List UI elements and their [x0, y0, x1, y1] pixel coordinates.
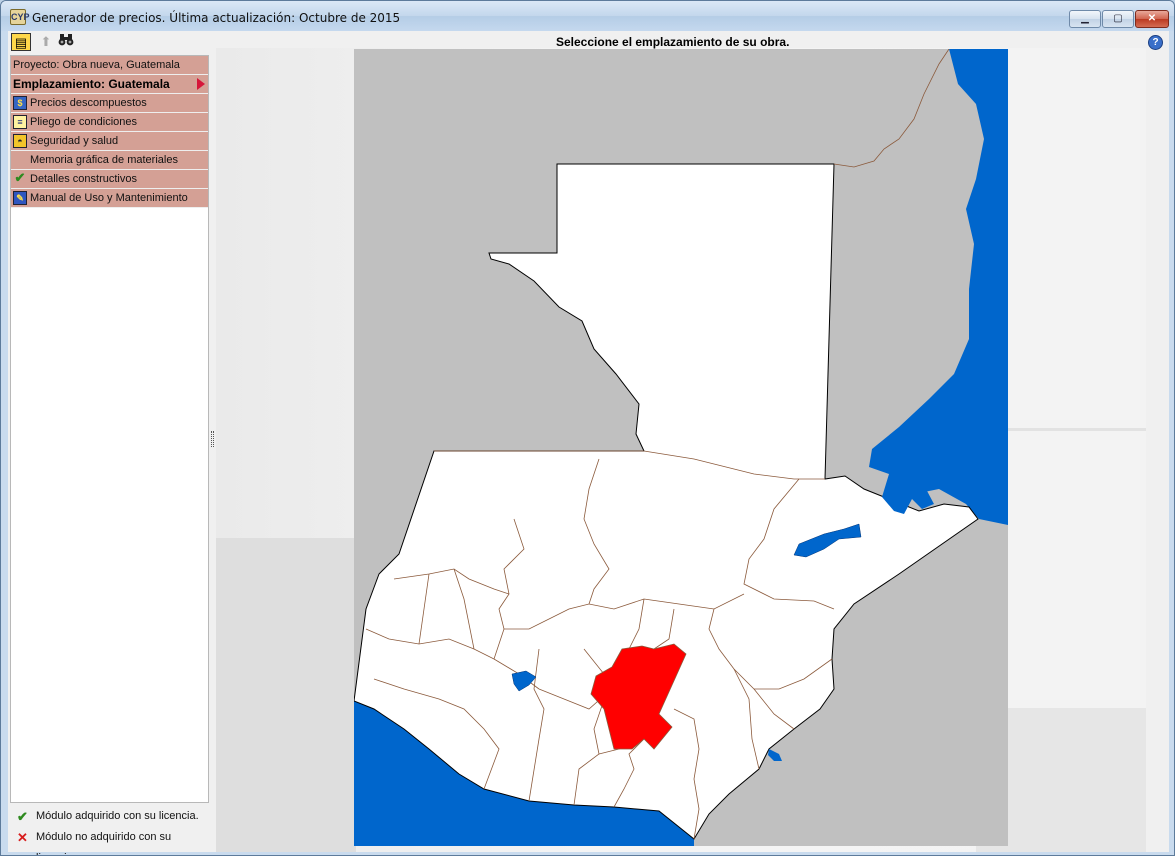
background-decoration [216, 538, 356, 852]
binoculars-glyph [58, 34, 74, 46]
sidebar-item-label: Memoria gráfica de materiales [30, 154, 178, 166]
check-icon: ✔ [17, 809, 28, 824]
minimize-button[interactable]: ▁ [1069, 10, 1101, 28]
sidebar-item-label: Seguridad y salud [30, 135, 119, 147]
map-heading: Seleccione el emplazamiento de su obra. [556, 35, 790, 49]
sidebar-item-label: Detalles constructivos [30, 173, 137, 185]
project-label[interactable]: Proyecto: Obra nueva, Guatemala [11, 56, 208, 75]
binoculars-icon[interactable] [56, 33, 76, 51]
window-title: Generador de precios. Última actualizaci… [32, 11, 401, 25]
close-button[interactable]: ✕ [1135, 10, 1169, 28]
panel-splitter[interactable] [211, 431, 214, 447]
sidebar-item-pliego[interactable]: ≡ Pliego de condiciones [11, 113, 208, 132]
app-icon: CYP [10, 9, 30, 25]
price-tag-icon: $ [13, 96, 27, 110]
legend-not-acquired-text: Módulo no adquirido con su licencia. [36, 831, 172, 855]
check-icon: ✔ [14, 170, 26, 185]
document-icon: ≡ [13, 115, 27, 129]
title-bar[interactable]: CYP Generador de precios. Última actuali… [1, 1, 1174, 31]
sidebar-item-precios[interactable]: $ Precios descompuestos [11, 94, 208, 113]
properties-icon[interactable]: ▤ [11, 33, 31, 51]
location-label[interactable]: Emplazamiento: Guatemala [11, 75, 208, 94]
location-text: Emplazamiento: Guatemala [13, 77, 170, 91]
sidebar-item-label: Precios descompuestos [30, 97, 147, 109]
sidebar-item-detalles[interactable]: ✔ Detalles constructivos [11, 170, 208, 189]
up-arrow-icon[interactable]: ⬆ [36, 33, 56, 51]
legend-not-acquired: ✕ Módulo no adquirido con su licencia. [12, 827, 212, 855]
sidebar-item-label: Manual de Uso y Mantenimiento [30, 192, 188, 204]
sidebar-item-label: Pliego de condiciones [30, 116, 138, 128]
help-icon[interactable]: ? [1148, 35, 1163, 50]
sidebar-item-seguridad[interactable]: ◓ Seguridad y salud [11, 132, 208, 151]
guatemala-map[interactable] [354, 49, 1008, 846]
helmet-icon: ◓ [13, 134, 27, 148]
legend-acquired-text: Módulo adquirido con su licencia. [36, 810, 199, 822]
play-arrow-icon[interactable] [197, 78, 205, 90]
app-window: CYP Generador de precios. Última actuali… [0, 0, 1175, 856]
license-legend: ✔ Módulo adquirido con su licencia. ✕ Mó… [12, 806, 212, 855]
sidebar-item-manual[interactable]: ✎ Manual de Uso y Mantenimiento [11, 189, 208, 208]
module-panel: Proyecto: Obra nueva, Guatemala Emplazam… [10, 55, 209, 803]
maximize-button[interactable]: ▢ [1102, 10, 1134, 28]
sidebar-item-memoria[interactable]: Memoria gráfica de materiales [11, 151, 208, 170]
legend-acquired: ✔ Módulo adquirido con su licencia. [12, 806, 212, 827]
cross-icon: ✕ [17, 830, 28, 845]
wrench-icon: ✎ [13, 191, 27, 205]
